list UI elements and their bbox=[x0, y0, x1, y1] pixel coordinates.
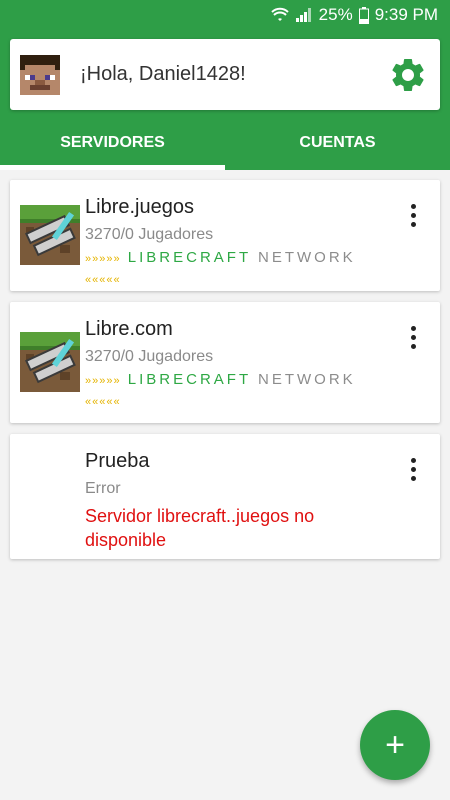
gear-icon[interactable] bbox=[388, 55, 428, 95]
motd-name-green: LIBRECRAFT bbox=[127, 371, 251, 388]
tab-label: CUENTAS bbox=[299, 134, 376, 151]
battery-icon bbox=[358, 6, 369, 24]
server-motd: »»»»» LIBRECRAFT NETWORK ««««« bbox=[85, 248, 415, 290]
server-name: Libre.juegos bbox=[85, 196, 194, 218]
server-name: Libre.com bbox=[85, 318, 173, 340]
plus-icon: + bbox=[385, 725, 405, 764]
tab-label: SERVIDORES bbox=[60, 134, 165, 151]
server-motd: »»»»» LIBRECRAFT NETWORK ««««« bbox=[85, 370, 415, 412]
motd-arrows-right: ««««« bbox=[85, 274, 121, 286]
server-list: Libre.juegos 3270/0 Jugadores »»»»» LIBR… bbox=[10, 180, 440, 570]
app-bar: 25% 9:39 PM ¡Hola, Daniel1428! SERVIDORE… bbox=[0, 0, 450, 170]
player-count: 3270/0 Jugadores bbox=[85, 226, 214, 243]
avatar[interactable] bbox=[20, 55, 60, 95]
status-bar: 25% 9:39 PM bbox=[0, 0, 450, 30]
motd-arrows-left: »»»»» bbox=[85, 375, 121, 387]
overflow-menu-icon[interactable] bbox=[408, 458, 418, 484]
server-card[interactable]: Prueba Error Servidor librecraft..juegos… bbox=[10, 434, 440, 559]
player-count: 3270/0 Jugadores bbox=[85, 348, 214, 365]
wifi-icon bbox=[270, 7, 289, 21]
tab-bar: SERVIDORES CUENTAS bbox=[0, 116, 450, 170]
librecraft-logo-icon bbox=[20, 205, 80, 265]
signal-icon bbox=[295, 8, 311, 22]
greeting-text: ¡Hola, Daniel1428! bbox=[80, 63, 246, 85]
overflow-menu-icon[interactable] bbox=[408, 326, 418, 352]
server-name: Prueba bbox=[85, 450, 150, 472]
add-server-button[interactable]: + bbox=[360, 710, 430, 780]
motd-arrows-left: »»»»» bbox=[85, 253, 121, 265]
overflow-menu-icon[interactable] bbox=[408, 204, 418, 230]
server-status: Error bbox=[85, 480, 121, 497]
librecraft-logo-icon bbox=[20, 332, 80, 392]
motd-name-gray: NETWORK bbox=[258, 249, 356, 266]
server-card[interactable]: Libre.com 3270/0 Jugadores »»»»» LIBRECR… bbox=[10, 302, 440, 423]
motd-arrows-right: ««««« bbox=[85, 396, 121, 408]
tab-servidores[interactable]: SERVIDORES bbox=[0, 116, 225, 170]
battery-percent: 25% bbox=[318, 5, 353, 24]
motd-name-green: LIBRECRAFT bbox=[127, 249, 251, 266]
user-header-card: ¡Hola, Daniel1428! bbox=[10, 39, 440, 110]
server-card[interactable]: Libre.juegos 3270/0 Jugadores »»»»» LIBR… bbox=[10, 180, 440, 291]
clock: 9:39 PM bbox=[374, 5, 438, 24]
tab-cuentas[interactable]: CUENTAS bbox=[225, 116, 450, 170]
error-message: Servidor librecraft..juegos no disponibl… bbox=[85, 506, 315, 550]
motd-name-gray: NETWORK bbox=[258, 371, 356, 388]
